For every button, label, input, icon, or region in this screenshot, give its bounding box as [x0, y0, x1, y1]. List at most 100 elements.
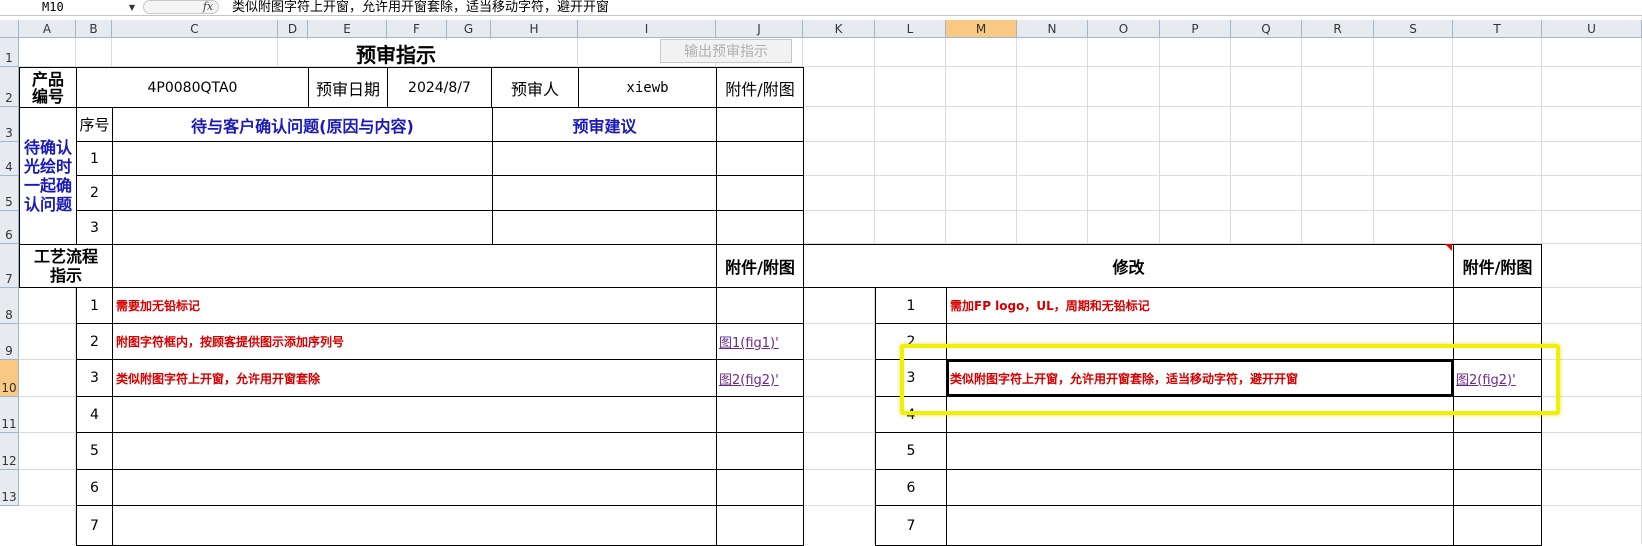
- right-item-number: 5: [875, 432, 947, 470]
- suggestion-header: 预审建议: [492, 107, 717, 142]
- chevron-down-icon[interactable]: ▼: [126, 0, 138, 15]
- pending-attachment-cell[interactable]: [716, 141, 804, 176]
- column-header-Q[interactable]: Q: [1231, 20, 1302, 38]
- pending-row-number: 2: [76, 175, 113, 211]
- right-item-number: 1: [875, 287, 947, 324]
- formula-input[interactable]: 类似附图字符上开窗，允许用开窗套除，适当移动字符，避开开窗: [232, 0, 1532, 15]
- column-header-U[interactable]: U: [1542, 20, 1642, 38]
- row-header-13[interactable]: 13: [0, 470, 19, 506]
- right-item-number: 7: [875, 505, 947, 546]
- export-button[interactable]: 输出预审指示: [660, 39, 792, 63]
- row-header-5[interactable]: 5: [0, 176, 19, 211]
- column-header-P[interactable]: P: [1160, 20, 1231, 38]
- pending-row-number: 1: [76, 141, 113, 176]
- select-all-corner[interactable]: [0, 20, 19, 38]
- name-box[interactable]: M10: [0, 0, 138, 15]
- left-item-number: 6: [76, 469, 113, 506]
- left-item-attachment-link[interactable]: [716, 505, 804, 546]
- pending-suggestion-cell[interactable]: [492, 210, 717, 246]
- left-item-text[interactable]: [112, 505, 717, 546]
- right-item-number: 6: [875, 469, 947, 506]
- left-item-attachment-link[interactable]: [716, 432, 804, 470]
- pending-suggestion-cell[interactable]: [492, 141, 717, 176]
- left-item-attachment-link[interactable]: 图1(fig1)': [716, 323, 804, 360]
- right-item-text[interactable]: 需加FP logo，UL，周期和无铅标记: [946, 287, 1454, 324]
- left-item-number: 5: [76, 432, 113, 470]
- left-item-text[interactable]: [112, 432, 717, 470]
- left-item-number: 1: [76, 287, 113, 324]
- left-item-attachment-link[interactable]: [716, 287, 804, 324]
- product-no-value[interactable]: 4P0080QTA0: [76, 67, 309, 108]
- row-header-4[interactable]: 4: [0, 142, 19, 176]
- comment-marker-icon[interactable]: [1445, 244, 1452, 251]
- seq-label: 序号: [76, 107, 113, 142]
- row-header-3[interactable]: 3: [0, 107, 19, 142]
- left-item-text[interactable]: [112, 396, 717, 433]
- process-label: 工艺流程 指示: [19, 244, 113, 288]
- column-header-F[interactable]: F: [387, 20, 447, 38]
- column-header-A[interactable]: A: [19, 20, 76, 38]
- column-header-C[interactable]: C: [112, 20, 278, 38]
- pending-attachment-cell[interactable]: [716, 210, 804, 246]
- column-header-J[interactable]: J: [716, 20, 803, 38]
- review-date-label: 预审日期: [308, 67, 388, 108]
- attachment-cell[interactable]: [716, 107, 804, 142]
- modify-header: 修改: [803, 244, 1454, 288]
- row-header-1[interactable]: 1: [0, 38, 19, 67]
- column-header-G[interactable]: G: [447, 20, 491, 38]
- row-header-2[interactable]: 2: [0, 67, 19, 107]
- column-header-M[interactable]: M: [946, 20, 1017, 38]
- column-header-L[interactable]: L: [875, 20, 946, 38]
- right-item-text[interactable]: [946, 469, 1454, 506]
- row-header-11[interactable]: 11: [0, 397, 19, 433]
- column-header-I[interactable]: I: [578, 20, 716, 38]
- right-item-attachment-link[interactable]: [1453, 505, 1542, 546]
- left-item-number: 3: [76, 359, 113, 397]
- column-header-N[interactable]: N: [1017, 20, 1088, 38]
- left-item-text[interactable]: 类似附图字符上开窗，允许用开窗套除: [112, 359, 717, 397]
- right-item-text[interactable]: [946, 505, 1454, 546]
- reviewer-value[interactable]: xiewb: [578, 67, 717, 108]
- left-item-text[interactable]: 需要加无铅标记: [112, 287, 717, 324]
- page-title: 预审指示: [298, 40, 494, 67]
- column-header-S[interactable]: S: [1374, 20, 1453, 38]
- right-item-attachment-link[interactable]: [1453, 469, 1542, 506]
- right-item-text[interactable]: [946, 432, 1454, 470]
- column-header-O[interactable]: O: [1088, 20, 1160, 38]
- row-header-7[interactable]: 7: [0, 244, 19, 288]
- highlight-annotation: [900, 344, 1560, 415]
- right-item-attachment-link[interactable]: [1453, 287, 1542, 324]
- reviewer-label: 预审人: [491, 67, 579, 108]
- column-header-D[interactable]: D: [278, 20, 308, 38]
- left-item-number: 7: [76, 505, 113, 546]
- row-header-12[interactable]: 12: [0, 433, 19, 470]
- column-header-H[interactable]: H: [491, 20, 578, 38]
- left-item-text[interactable]: 附图字符框内，按顾客提供图示添加序列号: [112, 323, 717, 360]
- pending-issue-cell[interactable]: [112, 141, 493, 176]
- left-item-number: 4: [76, 396, 113, 433]
- function-icon[interactable]: fx: [197, 0, 219, 14]
- left-item-attachment-link[interactable]: [716, 396, 804, 433]
- column-header-K[interactable]: K: [803, 20, 875, 38]
- row-header-10[interactable]: 10: [0, 360, 19, 397]
- attachment-label-right: 附件/附图: [1453, 244, 1542, 288]
- left-item-attachment-link[interactable]: 图2(fig2)': [716, 359, 804, 397]
- review-date-value[interactable]: 2024/8/7: [387, 67, 492, 108]
- column-header-R[interactable]: R: [1302, 20, 1374, 38]
- left-item-attachment-link[interactable]: [716, 469, 804, 506]
- row-header-9[interactable]: 9: [0, 324, 19, 360]
- column-header-T[interactable]: T: [1453, 20, 1542, 38]
- pending-issue-cell[interactable]: [112, 210, 493, 246]
- pending-suggestion-cell[interactable]: [492, 175, 717, 211]
- left-item-text[interactable]: [112, 469, 717, 506]
- process-blank[interactable]: [112, 244, 717, 288]
- left-item-number: 2: [76, 323, 113, 360]
- column-header-E[interactable]: E: [308, 20, 387, 38]
- pending-row-number: 3: [76, 210, 113, 246]
- pending-attachment-cell[interactable]: [716, 175, 804, 211]
- right-item-attachment-link[interactable]: [1453, 432, 1542, 470]
- row-header-6[interactable]: 6: [0, 211, 19, 244]
- pending-issue-cell[interactable]: [112, 175, 493, 211]
- column-header-B[interactable]: B: [76, 20, 112, 38]
- row-header-8[interactable]: 8: [0, 288, 19, 324]
